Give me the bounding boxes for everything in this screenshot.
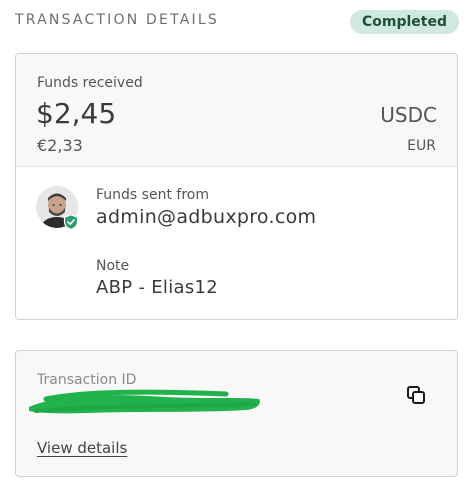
amount-card: Funds received $2,45 USDC €2,33 EUR Fund… (15, 53, 458, 320)
verified-shield-icon (63, 214, 79, 230)
header: TRANSACTION DETAILS Completed (15, 10, 460, 36)
redaction-scribble (29, 389, 260, 414)
avatar (36, 186, 79, 230)
converted-amount: €2,33 (37, 136, 83, 155)
note-label: Note (96, 258, 130, 274)
sender-email: admin@adbuxpro.com (96, 206, 317, 228)
view-details-link[interactable]: View details (37, 439, 127, 457)
funds-received-label: Funds received (37, 75, 143, 91)
amount-value: $2,45 (36, 97, 117, 130)
amount-currency: USDC (380, 103, 437, 127)
converted-currency: EUR (407, 138, 436, 154)
section-title: TRANSACTION DETAILS (15, 12, 219, 28)
note-value: ABP - Elias12 (96, 277, 219, 298)
copy-icon[interactable] (406, 385, 426, 405)
status-badge: Completed (349, 10, 459, 34)
funds-sent-from-label: Funds sent from (96, 187, 209, 203)
transaction-card: Transaction ID View details (15, 350, 458, 477)
amount-summary: Funds received $2,45 USDC €2,33 EUR (16, 54, 457, 167)
